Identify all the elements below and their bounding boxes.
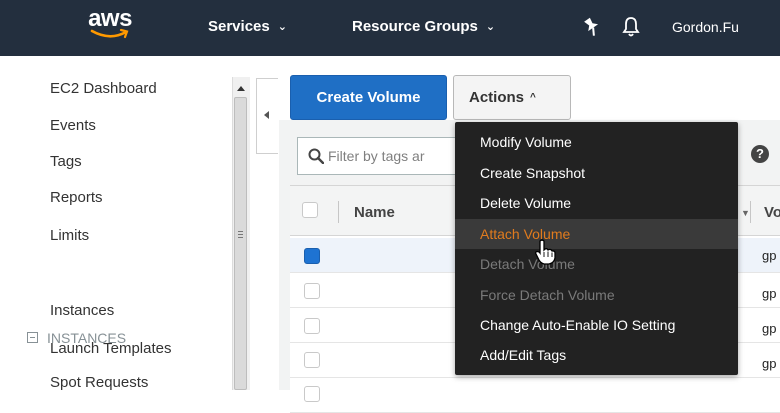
help-icon[interactable]: ? <box>751 145 769 163</box>
services-chevron-down-icon: ⌄ <box>277 21 287 33</box>
menu-item-delete-volume[interactable]: Delete Volume <box>455 188 738 218</box>
row-checkbox[interactable] <box>304 386 320 402</box>
user-account-menu[interactable]: Gordon.Fu <box>672 19 739 35</box>
column-header-name[interactable]: Name <box>354 204 395 221</box>
chevron-up-icon: ^ <box>530 92 536 103</box>
row-checkbox[interactable] <box>304 283 320 299</box>
sort-chevron-down-icon[interactable]: ▼ <box>741 208 750 218</box>
actions-dropdown-menu: Modify Volume Create Snapshot Delete Vol… <box>455 122 738 375</box>
row-volume-type: gp <box>762 356 777 371</box>
hand-cursor-icon <box>535 239 556 265</box>
filter-input[interactable]: Filter by tags ar <box>297 137 467 175</box>
menu-item-detach-volume: Detach Volume <box>480 256 575 272</box>
scrollbar-grip-icon <box>238 231 243 240</box>
sidebar-item-spot-requests[interactable]: Spot Requests <box>50 374 148 391</box>
menu-item-create-snapshot[interactable]: Create Snapshot <box>455 158 738 188</box>
services-label: Services <box>208 18 270 35</box>
sidebar-item-tags[interactable]: Tags <box>50 153 82 170</box>
scroll-up-arrow-icon[interactable] <box>237 86 245 91</box>
sidebar-item-events[interactable]: Events <box>50 117 96 134</box>
row-volume-type: gp <box>762 286 777 301</box>
menu-item-change-auto-enable-io[interactable]: Change Auto-Enable IO Setting <box>455 310 738 340</box>
aws-smile-icon <box>90 28 129 39</box>
pin-icon[interactable] <box>583 17 601 37</box>
row-checkbox[interactable] <box>304 352 320 368</box>
aws-logo[interactable]: aws <box>88 6 132 46</box>
table-row[interactable] <box>290 378 780 413</box>
sidebar-item-limits[interactable]: Limits <box>50 227 89 244</box>
sidebar-item-reports[interactable]: Reports <box>50 189 103 206</box>
create-volume-button[interactable]: Create Volume <box>290 75 447 120</box>
row-checkbox[interactable] <box>304 318 320 334</box>
menu-item-attach-volume[interactable]: Attach Volume <box>455 219 738 249</box>
actions-label: Actions <box>469 89 525 106</box>
sidebar-scrollbar-thumb[interactable] <box>234 97 247 390</box>
row-volume-type: gp <box>762 248 777 263</box>
actions-button[interactable]: Actions ^ <box>453 75 571 120</box>
filter-placeholder: Filter by tags ar <box>328 148 425 164</box>
sidebar-item-ec2-dashboard[interactable]: EC2 Dashboard <box>50 80 157 97</box>
menu-item-force-detach-volume: Force Detach Volume <box>480 287 615 303</box>
sidebar-item-launch-templates[interactable]: Launch Templates <box>50 340 171 357</box>
resource-groups-chevron-down-icon: ⌄ <box>485 21 496 33</box>
services-menu[interactable]: Services ⌄ <box>208 18 287 35</box>
column-divider <box>750 201 751 223</box>
column-divider <box>338 201 339 223</box>
row-volume-type: gp <box>762 321 777 336</box>
menu-item-add-edit-tags[interactable]: Add/Edit Tags <box>455 340 738 370</box>
top-navigation-bar: aws Services ⌄ Resource Groups ⌄ Gordon.Fu <box>0 0 780 56</box>
collapse-section-icon <box>27 332 38 343</box>
select-all-checkbox[interactable] <box>302 202 318 218</box>
column-header-volume-type[interactable]: Vo <box>764 204 780 221</box>
resource-groups-label: Resource Groups <box>352 18 478 35</box>
bell-icon[interactable] <box>622 16 640 38</box>
chevron-left-icon <box>264 111 269 119</box>
menu-item-modify-volume[interactable]: Modify Volume <box>455 127 738 157</box>
sidebar: EC2 Dashboard Events Tags Reports Limits… <box>0 56 250 391</box>
resource-groups-menu[interactable]: Resource Groups ⌄ <box>352 18 495 35</box>
search-icon <box>308 148 324 164</box>
sidebar-item-instances[interactable]: Instances <box>50 302 114 319</box>
row-checkbox[interactable] <box>304 248 320 264</box>
